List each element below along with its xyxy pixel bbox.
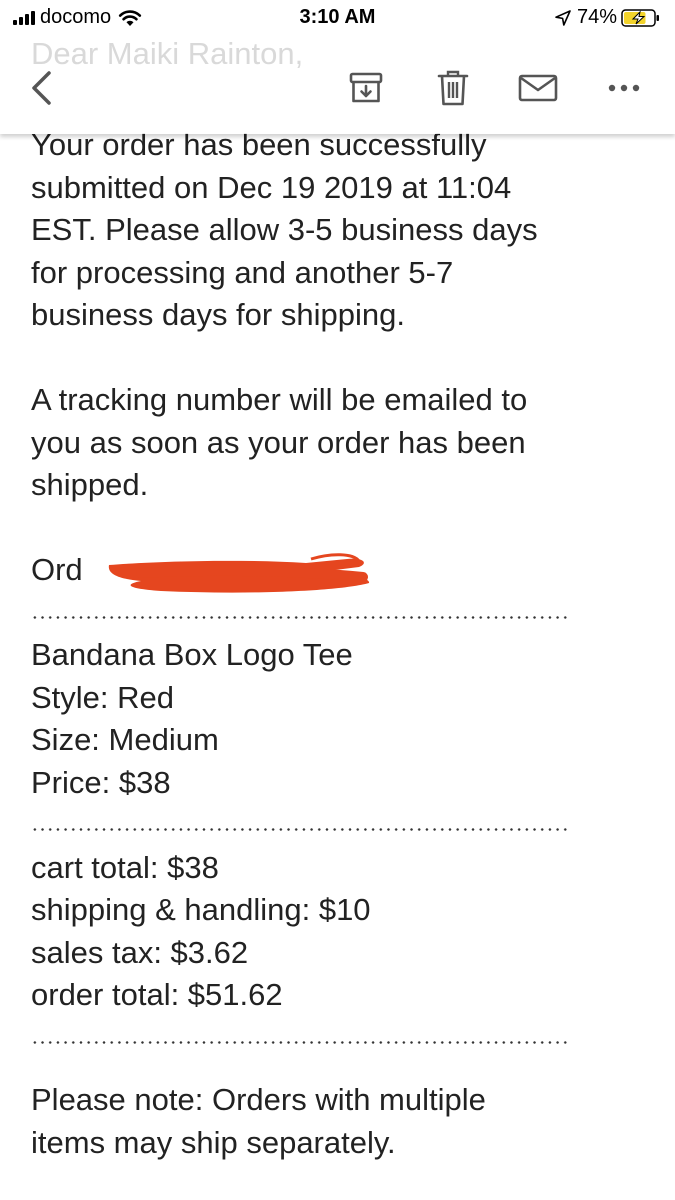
email-body: Your order has been successfully submitt… <box>31 124 651 1164</box>
more-icon <box>608 84 640 92</box>
archive-button[interactable] <box>344 66 388 110</box>
order-number-line: Ord <box>31 549 651 593</box>
paragraph-line: A tracking number will be emailed to <box>31 382 528 417</box>
back-chevron-icon <box>32 71 51 105</box>
back-button[interactable] <box>26 66 56 110</box>
more-button[interactable] <box>602 66 646 110</box>
paragraph-line: shipped. <box>31 467 149 502</box>
mark-mail-button[interactable] <box>516 66 560 110</box>
location-arrow-icon <box>555 9 571 26</box>
cart-total: cart total: $38 <box>31 849 219 885</box>
paragraph-line: business days for shipping. <box>31 297 405 332</box>
paragraph-line: for processing and another 5-7 <box>31 254 454 290</box>
item-name: Bandana Box Logo Tee <box>31 637 353 672</box>
note-line: items may ship separately. <box>31 1124 396 1160</box>
paragraph-line: submitted on Dec 19 2019 at 11:04 <box>31 169 512 205</box>
archive-icon <box>349 72 383 103</box>
dotted-divider <box>31 804 651 847</box>
mail-toolbar <box>0 60 675 116</box>
item-style: Style: Red <box>31 679 175 715</box>
paragraph-line: EST. Please allow 3-5 business days <box>31 212 538 247</box>
battery-charging-icon <box>621 8 659 27</box>
battery-percent: 74% <box>576 6 617 28</box>
paragraph-line: you as soon as your order has been <box>31 424 526 460</box>
dotted-divider <box>31 592 651 635</box>
top-chrome: Dear Maiki Rainton, docomo 3:10 AM 74% <box>0 0 675 134</box>
mail-icon <box>518 74 558 102</box>
status-right: 74% <box>555 6 661 29</box>
order-total: order total: $51.62 <box>31 977 283 1012</box>
order-label: Ord <box>31 552 83 587</box>
status-bar: docomo 3:10 AM 74% <box>0 0 675 36</box>
sales-tax: sales tax: $3.62 <box>31 934 249 970</box>
dotted-divider <box>31 1017 651 1060</box>
shipping-handling: shipping & handling: $10 <box>31 892 371 927</box>
item-price: Price: $38 <box>31 764 171 800</box>
trash-button[interactable] <box>431 66 475 110</box>
item-size: Size: Medium <box>31 722 219 757</box>
trash-icon <box>437 70 469 106</box>
note-line: Please note: Orders with multiple <box>31 1082 486 1117</box>
